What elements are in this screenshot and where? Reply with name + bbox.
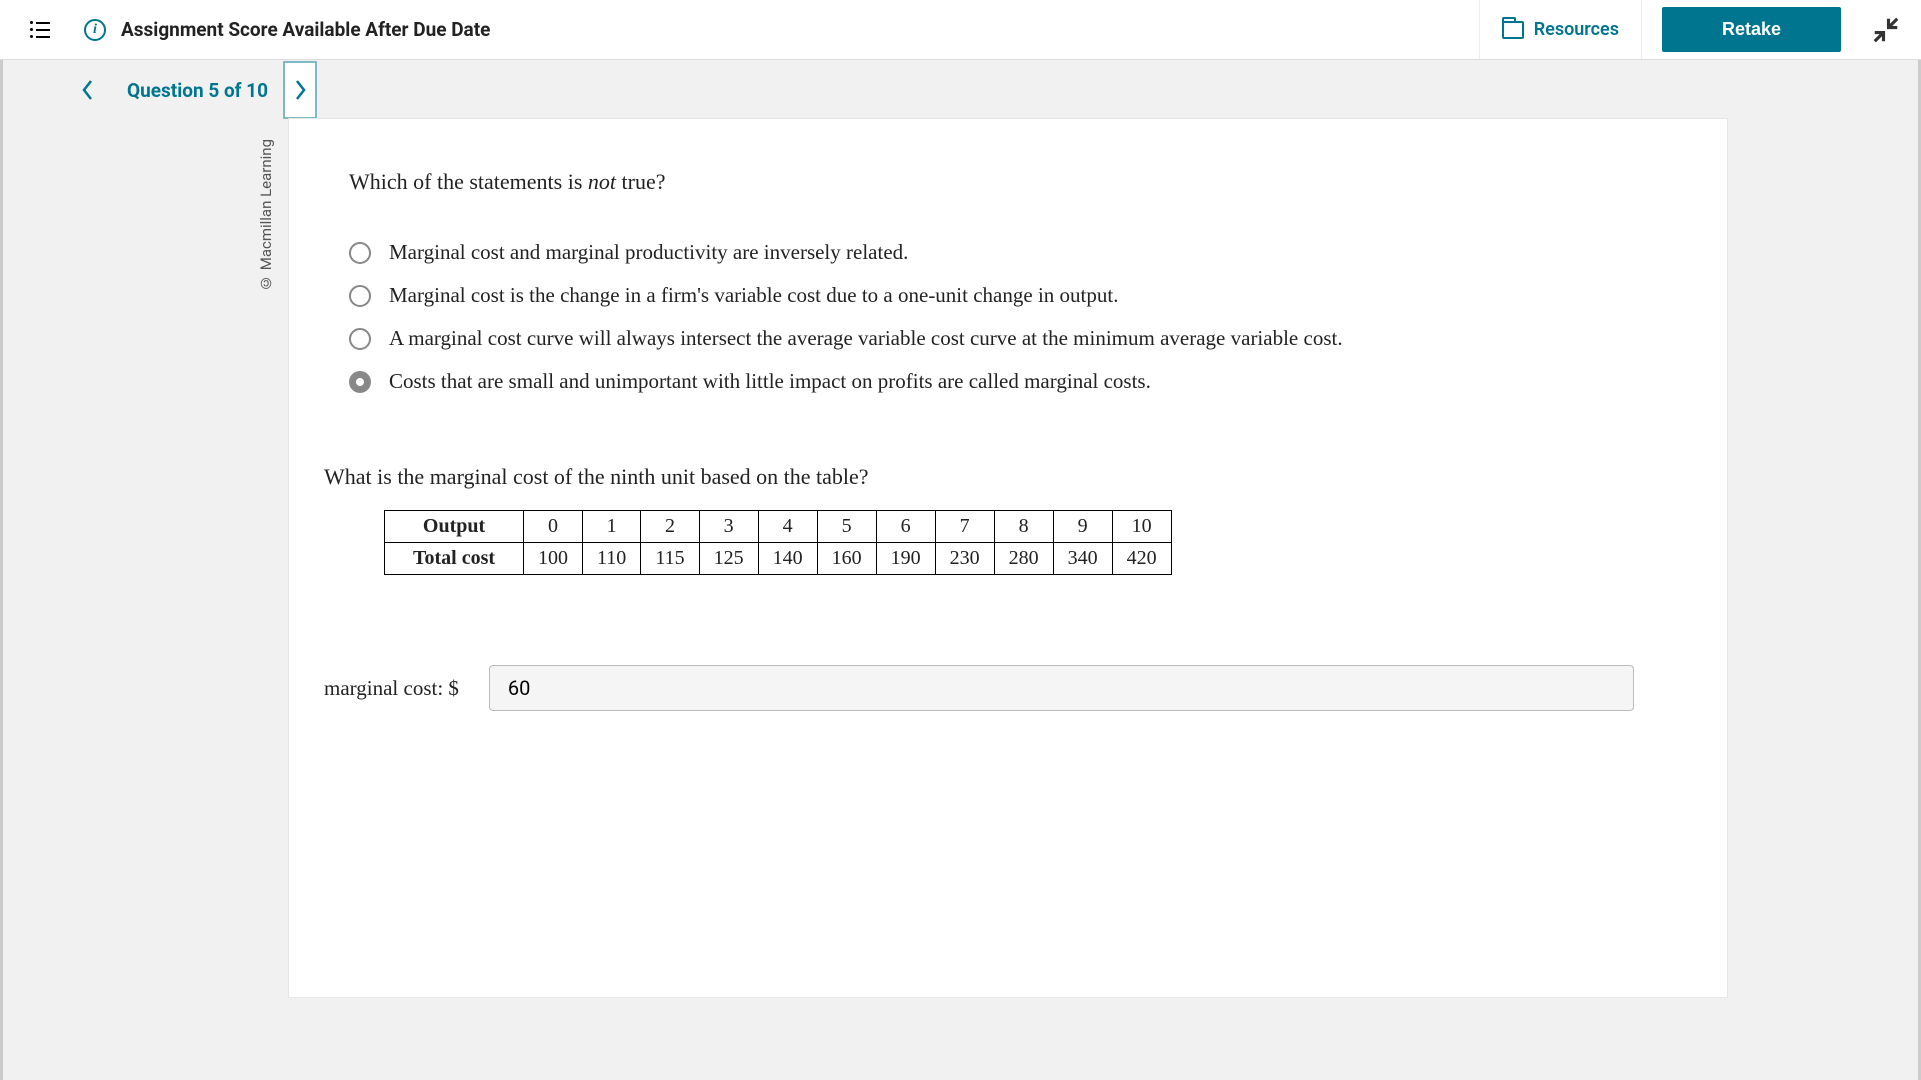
prev-question-button[interactable] (71, 61, 105, 119)
retake-button[interactable]: Retake (1662, 7, 1841, 52)
radio-icon (349, 371, 371, 393)
choice-0[interactable]: Marginal cost and marginal productivity … (349, 240, 1687, 265)
totalcost-cell: 110 (583, 543, 641, 575)
choice-text: Marginal cost is the change in a firm's … (389, 283, 1118, 308)
totalcost-row-label: Total cost (385, 543, 524, 575)
next-question-button[interactable] (283, 61, 317, 119)
totalcost-cell: 230 (935, 543, 994, 575)
output-cell: 8 (994, 511, 1053, 543)
output-cell: 3 (699, 511, 758, 543)
totalcost-cell: 340 (1053, 543, 1112, 575)
choices-group: Marginal cost and marginal productivity … (349, 240, 1687, 394)
totalcost-cell: 125 (699, 543, 758, 575)
output-cell: 1 (583, 511, 641, 543)
question1-stem: Which of the statements is not true? (349, 169, 1687, 195)
choice-text: A marginal cost curve will always inters… (389, 326, 1343, 351)
resources-button[interactable]: Resources (1479, 0, 1642, 59)
info-icon[interactable]: i (84, 19, 106, 41)
output-cell: 7 (935, 511, 994, 543)
question-nav: Question 5 of 10 (3, 60, 1918, 120)
choice-3[interactable]: Costs that are small and unimportant wit… (349, 369, 1687, 394)
output-cell: 5 (817, 511, 876, 543)
answer-row: marginal cost: $ (324, 665, 1687, 711)
collapse-icon[interactable] (1871, 15, 1901, 45)
folder-icon (1502, 21, 1524, 39)
output-row-label: Output (385, 511, 524, 543)
workspace: Question 5 of 10 © Macmillan Learning Wh… (0, 60, 1921, 1080)
output-cell: 2 (641, 511, 699, 543)
radio-icon (349, 285, 371, 307)
cost-table: Output012345678910 Total cost10011011512… (384, 510, 1172, 575)
output-cell: 6 (876, 511, 935, 543)
output-cell: 4 (758, 511, 817, 543)
top-bar: i Assignment Score Available After Due D… (0, 0, 1921, 60)
menu-icon[interactable] (30, 18, 54, 42)
question-panel: © Macmillan Learning Which of the statem… (288, 118, 1728, 998)
question-counter: Question 5 of 10 (105, 79, 283, 102)
choice-text: Marginal cost and marginal productivity … (389, 240, 908, 265)
totalcost-cell: 160 (817, 543, 876, 575)
output-cell: 9 (1053, 511, 1112, 543)
marginal-cost-input[interactable] (489, 665, 1634, 711)
choice-text: Costs that are small and unimportant wit… (389, 369, 1151, 394)
output-cell: 10 (1112, 511, 1171, 543)
page-title: Assignment Score Available After Due Dat… (121, 18, 490, 41)
totalcost-cell: 100 (524, 543, 583, 575)
radio-icon (349, 242, 371, 264)
totalcost-cell: 190 (876, 543, 935, 575)
totalcost-cell: 115 (641, 543, 699, 575)
output-cell: 0 (524, 511, 583, 543)
answer-label: marginal cost: $ (324, 676, 459, 701)
choice-1[interactable]: Marginal cost is the change in a firm's … (349, 283, 1687, 308)
totalcost-cell: 420 (1112, 543, 1171, 575)
totalcost-cell: 140 (758, 543, 817, 575)
question2-stem: What is the marginal cost of the ninth u… (324, 464, 1687, 490)
copyright-text: © Macmillan Learning (257, 139, 275, 292)
choice-2[interactable]: A marginal cost curve will always inters… (349, 326, 1687, 351)
totalcost-cell: 280 (994, 543, 1053, 575)
radio-icon (349, 328, 371, 350)
resources-label: Resources (1534, 19, 1619, 40)
